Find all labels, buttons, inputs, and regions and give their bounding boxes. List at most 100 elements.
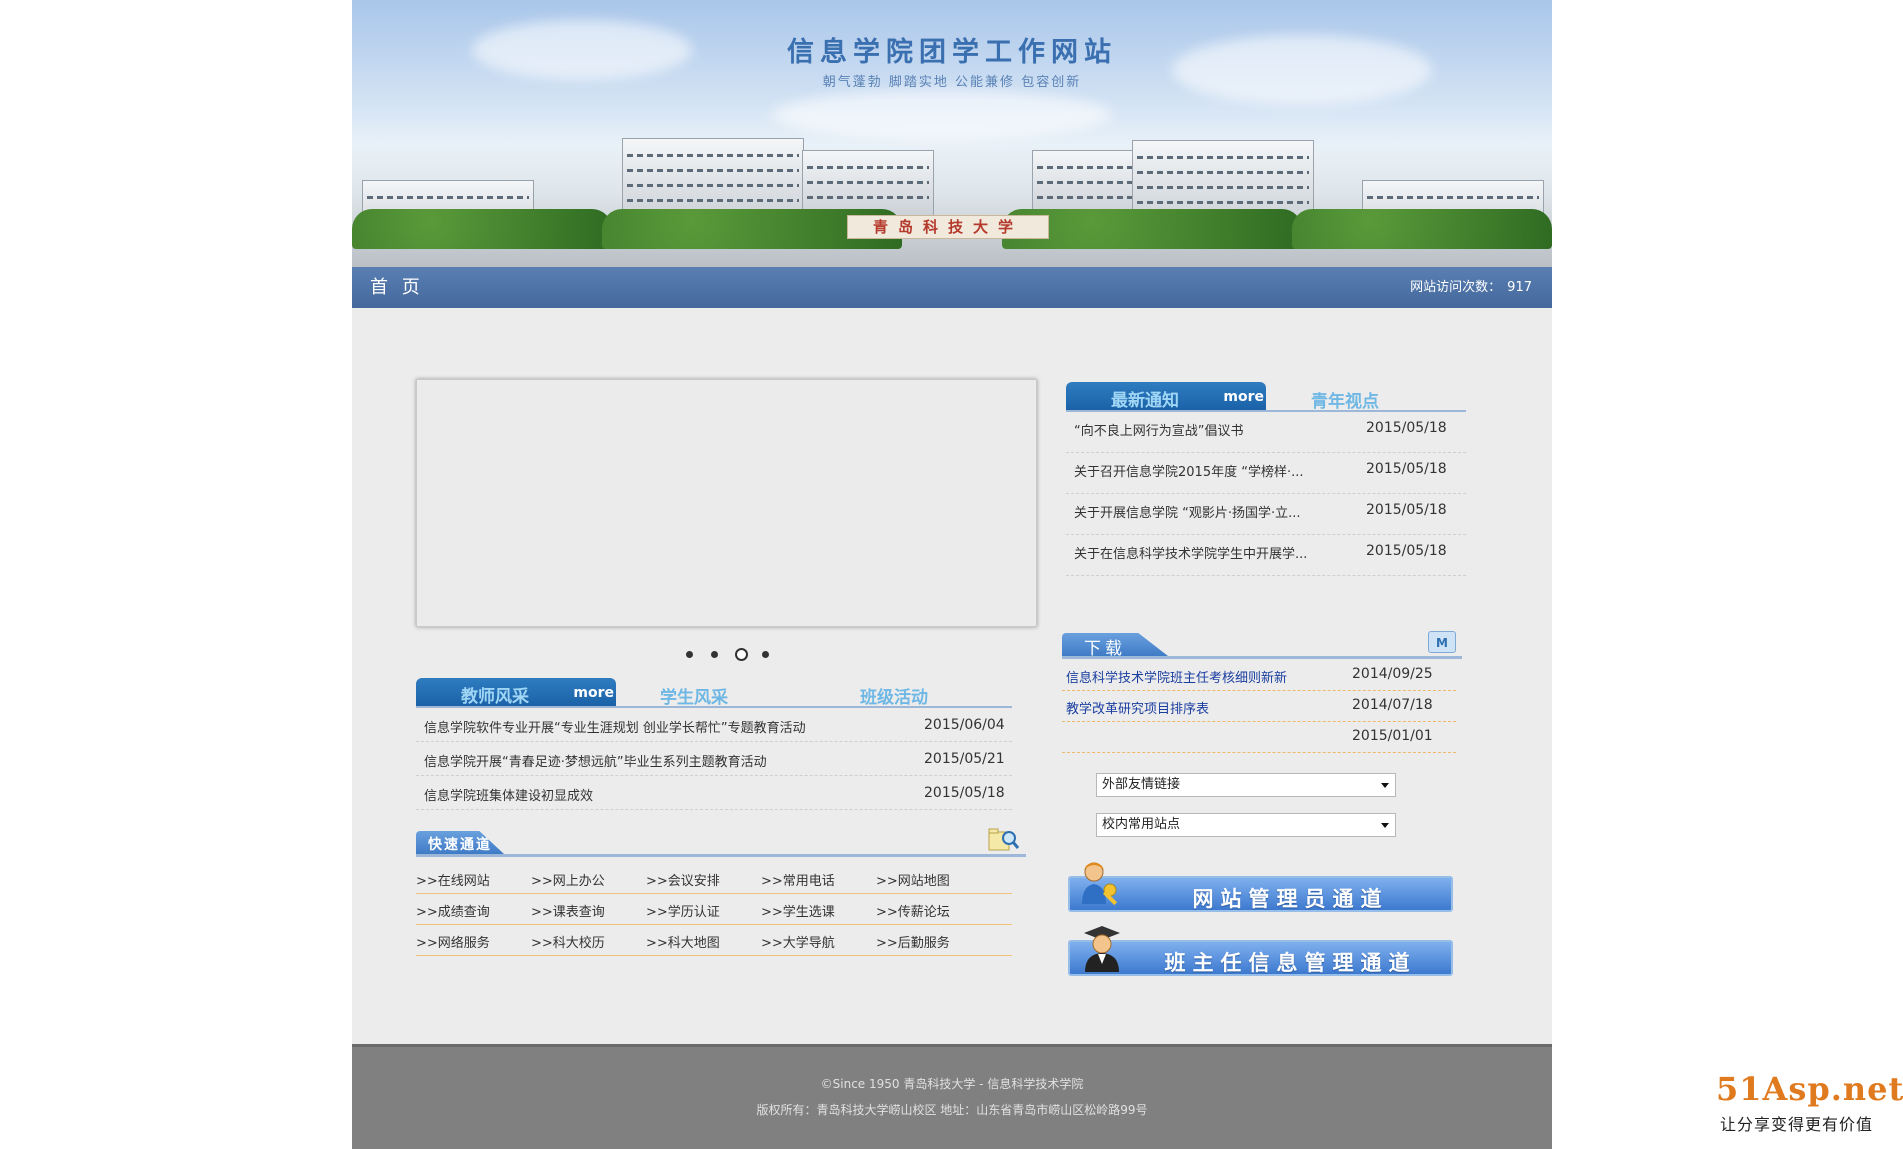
quick-link[interactable]: >>网上办公 (531, 870, 605, 889)
news-date: 2015/05/21 (924, 751, 1005, 767)
tab-teacher-style[interactable]: 教师风采 more (416, 678, 616, 707)
download-title[interactable]: 教学改革研究项目排序表 (1066, 698, 1209, 717)
campus-sign: 青岛科技大学 (847, 215, 1049, 239)
admin-portal-button[interactable]: 网站管理员通道 (1068, 876, 1453, 912)
list-item[interactable]: “向不良上网行为宣战”倡议书 2015/05/18 (1066, 412, 1466, 453)
page-container: 信息学院团学工作网站 朝气蓬勃 脚踏实地 公能兼修 包容创新 青岛科技大学 首 … (352, 0, 1552, 1149)
admin-portal-label: 网站管理员通道 (1192, 887, 1389, 911)
news-title[interactable]: 信息学院班集体建设初显成效 (424, 785, 593, 804)
downloads-header: 下载 M (1062, 630, 1462, 659)
news-date: 2015/06/04 (924, 717, 1005, 733)
notice-title[interactable]: “向不良上网行为宣战”倡议书 (1074, 420, 1243, 439)
notices-more-link[interactable]: more (1223, 389, 1266, 405)
downloads-more-icon[interactable]: M (1428, 631, 1456, 653)
download-date: 2014/09/25 (1352, 666, 1433, 682)
tab-youth-viewpoint[interactable]: 青年视点 (1311, 387, 1379, 412)
teacher-portal-label: 班主任信息管理通道 (1164, 951, 1417, 975)
site-motto: 朝气蓬勃 脚踏实地 公能兼修 包容创新 (822, 75, 1082, 90)
site-title: 信息学院团学工作网站 (787, 37, 1117, 68)
teacher-news-list: 信息学院软件专业开展“专业生涯规划 创业学长帮忙”专题教育活动 2015/06/… (416, 708, 1012, 810)
slideshow-dot-2[interactable] (711, 651, 718, 658)
footer-copyright: ©Since 1950 青岛科技大学 - 信息科学技术学院 (820, 1077, 1084, 1091)
visit-counter-label: 网站访问次数： (1410, 280, 1502, 295)
quick-link[interactable]: >>科大地图 (646, 932, 720, 951)
site-footer: ©Since 1950 青岛科技大学 - 信息科学技术学院 版权所有：青岛科技大… (352, 1044, 1552, 1149)
teacher-portal-button[interactable]: 班主任信息管理通道 (1068, 940, 1453, 976)
download-list: 信息科学技术学院班主任考核细则新新 2014/09/25 教学改革研究项目排序表… (1062, 660, 1456, 753)
quick-link[interactable]: >>网站地图 (876, 870, 950, 889)
quick-link[interactable]: >>学生选课 (761, 901, 835, 920)
tab-teacher-style-label: 教师风采 (461, 687, 529, 707)
download-date: 2014/07/18 (1352, 697, 1433, 713)
news-title[interactable]: 信息学院软件专业开展“专业生涯规划 创业学长帮忙”专题教育活动 (424, 717, 806, 736)
slideshow-dot-4[interactable] (762, 651, 769, 658)
quick-link[interactable]: >>后勤服务 (876, 932, 950, 951)
main-nav-bar: 首 页 网站访问次数： 917 (352, 267, 1552, 308)
downloads-title: 下载 (1084, 639, 1126, 659)
tab-latest-notices[interactable]: 最新通知 more (1066, 382, 1266, 411)
visit-counter: 网站访问次数： 917 (1410, 267, 1532, 308)
quick-link[interactable]: >>课表查询 (531, 901, 605, 920)
list-item[interactable]: 信息学院软件专业开展“专业生涯规划 创业学长帮忙”专题教育活动 2015/06/… (416, 708, 1012, 742)
tab-student-style[interactable]: 学生风采 (660, 683, 728, 708)
notice-list: “向不良上网行为宣战”倡议书 2015/05/18 关于召开信息学院2015年度… (1066, 412, 1466, 576)
image-slideshow[interactable] (416, 379, 1037, 627)
quick-access-title: 快速通道 (428, 837, 492, 853)
quick-link[interactable]: >>成绩查询 (416, 901, 490, 920)
list-item[interactable]: 教学改革研究项目排序表 2014/07/18 (1062, 691, 1456, 722)
visit-count-value: 917 (1507, 280, 1532, 295)
notice-date: 2015/05/18 (1366, 543, 1447, 559)
list-item[interactable]: 2015/01/01 (1062, 722, 1456, 753)
search-folder-icon[interactable] (986, 824, 1020, 854)
downloads-more-letter: M (1436, 636, 1448, 650)
list-item[interactable]: 信息学院开展“青春足迹·梦想远航”毕业生系列主题教育活动 2015/05/21 (416, 742, 1012, 776)
notice-title[interactable]: 关于在信息科学技术学院学生中开展学... (1074, 543, 1307, 562)
notice-date: 2015/05/18 (1366, 502, 1447, 518)
notice-title[interactable]: 关于召开信息学院2015年度 “学榜样·... (1074, 461, 1303, 480)
list-item[interactable]: 关于开展信息学院 “观影片·扬国学·立... 2015/05/18 (1066, 494, 1466, 535)
watermark-brand: 51Asp.net (1716, 1070, 1903, 1108)
campus-sites-select[interactable]: 校内常用站点 (1096, 813, 1396, 837)
slideshow-pagination (682, 647, 802, 663)
quick-link[interactable]: >>网络服务 (416, 932, 490, 951)
slideshow-dot-3[interactable] (735, 648, 748, 661)
quick-links-row: >>网络服务 >>科大校历 >>科大地图 >>大学导航 >>后勤服务 (416, 925, 1012, 956)
quick-links-row: >>在线网站 >>网上办公 >>会议安排 >>常用电话 >>网站地图 (416, 863, 1012, 894)
tab-latest-notices-label: 最新通知 (1111, 391, 1179, 411)
quick-link[interactable]: >>科大校历 (531, 932, 605, 951)
teacher-tabs: 教师风采 more 学生风采 班级活动 (416, 676, 1012, 708)
quick-link[interactable]: >>会议安排 (646, 870, 720, 889)
chevron-down-icon (1381, 783, 1389, 788)
quick-links-row: >>成绩查询 >>课表查询 >>学历认证 >>学生选课 >>传薪论坛 (416, 894, 1012, 925)
external-links-selected: 外部友情链接 (1102, 777, 1181, 792)
notice-title[interactable]: 关于开展信息学院 “观影片·扬国学·立... (1074, 502, 1301, 521)
download-title[interactable]: 信息科学技术学院班主任考核细则新新 (1066, 667, 1287, 686)
notice-date: 2015/05/18 (1366, 420, 1447, 436)
nav-home-link[interactable]: 首 页 (370, 267, 424, 308)
quick-link[interactable]: >>传薪论坛 (876, 901, 950, 920)
list-item[interactable]: 关于在信息科学技术学院学生中开展学... 2015/05/18 (1066, 535, 1466, 576)
news-date: 2015/05/18 (924, 785, 1005, 801)
quick-link[interactable]: >>大学导航 (761, 932, 835, 951)
list-item[interactable]: 关于召开信息学院2015年度 “学榜样·... 2015/05/18 (1066, 453, 1466, 494)
teacher-more-link[interactable]: more (573, 685, 616, 701)
slideshow-dot-1[interactable] (686, 651, 693, 658)
list-item[interactable]: 信息学院班集体建设初显成效 2015/05/18 (416, 776, 1012, 810)
news-title[interactable]: 信息学院开展“青春足迹·梦想远航”毕业生系列主题教育活动 (424, 751, 767, 770)
site-banner: 信息学院团学工作网站 朝气蓬勃 脚踏实地 公能兼修 包容创新 青岛科技大学 (352, 0, 1552, 267)
quick-link[interactable]: >>在线网站 (416, 870, 490, 889)
quick-link[interactable]: >>常用电话 (761, 870, 835, 889)
notice-tabs: 最新通知 more 青年视点 (1066, 380, 1466, 412)
graduate-icon (1084, 926, 1120, 972)
download-date: 2015/01/01 (1352, 728, 1433, 744)
footer-address: 版权所有：青岛科技大学崂山校区 地址：山东省青岛市崂山区松岭路99号 (756, 1103, 1148, 1117)
watermark-slogan: 让分享变得更有价值 (1720, 1115, 1874, 1134)
campus-sites-selected: 校内常用站点 (1102, 817, 1181, 832)
quick-links: >>在线网站 >>网上办公 >>会议安排 >>常用电话 >>网站地图 >>成绩查… (416, 863, 1012, 956)
notice-date: 2015/05/18 (1366, 461, 1447, 477)
admin-key-icon (1082, 862, 1118, 906)
list-item[interactable]: 信息科学技术学院班主任考核细则新新 2014/09/25 (1062, 660, 1456, 691)
quick-link[interactable]: >>学历认证 (646, 901, 720, 920)
external-links-select[interactable]: 外部友情链接 (1096, 773, 1396, 797)
tab-class-activities[interactable]: 班级活动 (860, 683, 928, 708)
